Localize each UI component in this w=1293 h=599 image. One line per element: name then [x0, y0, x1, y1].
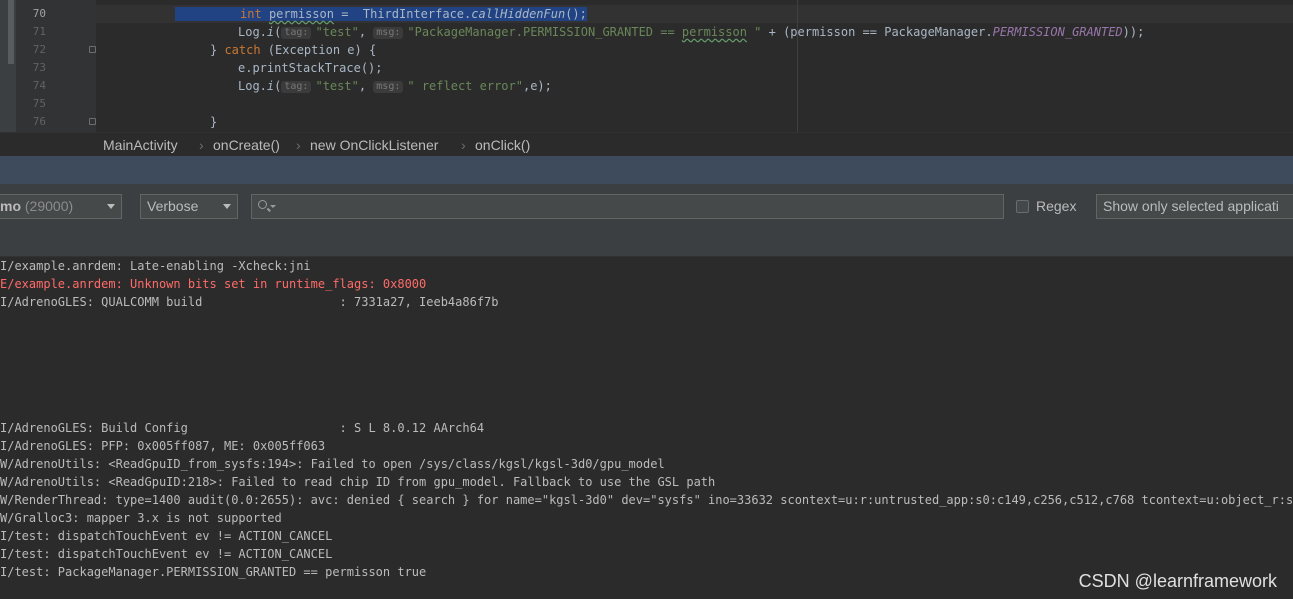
parameter-hint: msg:	[373, 27, 404, 39]
log-level-value: Verbose	[147, 198, 199, 214]
code-text: } catch (Exception e) {	[210, 41, 376, 59]
breadcrumb-item[interactable]: onClick()	[475, 137, 530, 153]
code-token: "	[746, 25, 762, 39]
log-line[interactable]: I/example.anrdem: Late-enabling -Xcheck:…	[0, 257, 311, 275]
chevron-right-icon: ›	[296, 137, 301, 153]
code-token: = ThirdInterface.	[333, 7, 472, 21]
process-select[interactable]: mo (29000)	[0, 194, 122, 219]
code-line[interactable]: 75	[0, 95, 1293, 113]
line-number: 71	[32, 25, 46, 38]
process-name: mo	[0, 198, 21, 214]
log-line[interactable]: E/example.anrdem: Unknown bits set in ru…	[0, 275, 426, 293]
search-input[interactable]	[278, 197, 1002, 218]
code-token: "test"	[315, 25, 359, 39]
code-line[interactable]: 70 int permisson = ThirdInterface.callHi…	[0, 5, 1293, 23]
breadcrumb: MainActivity › onCreate() › new OnClickListe…	[0, 132, 1293, 156]
breadcrumb-item[interactable]: onCreate()	[213, 137, 280, 153]
code-text: Log.i(tag: "test", msg: " reflect error",e…	[238, 77, 552, 95]
log-line[interactable]: I/test: PackageManager.PERMISSION_GRANTE…	[0, 563, 426, 581]
code-line[interactable]: 74 Log.i(tag: "test", msg: " reflect error"…	[0, 77, 1293, 95]
logcat-tool-window-header[interactable]	[0, 156, 1293, 184]
code-token: PERMISSION_GRANTED	[992, 25, 1123, 39]
log-line[interactable]: I/test: dispatchTouchEvent ev != ACTION_…	[0, 527, 332, 545]
line-number: 74	[32, 79, 46, 92]
logcat-output[interactable]: I/example.anrdem: Late-enabling -Xcheck:…	[0, 257, 1293, 599]
code-token	[261, 7, 269, 21]
log-line[interactable]: I/AdrenoGLES: QUALCOMM build : 7331a27, …	[0, 293, 499, 311]
watermark: CSDN @learnframework	[1078, 571, 1277, 591]
code-token: ,	[358, 79, 374, 93]
code-text: }	[210, 113, 217, 131]
code-line[interactable]: 72} catch (Exception e) {	[0, 41, 1293, 59]
line-number: 73	[32, 61, 46, 74]
chevron-down-icon	[223, 204, 231, 209]
log-level-select[interactable]: Verbose	[140, 194, 238, 219]
log-line[interactable]: W/RenderThread: type=1400 audit(0.0:2655…	[0, 491, 1293, 509]
code-line[interactable]: 76}	[0, 113, 1293, 131]
search-history-dropdown-icon[interactable]	[270, 205, 276, 208]
code-line[interactable]: 73 e.printStackTrace();	[0, 59, 1293, 77]
logcat-toolbar: mo (29000) Verbose Regex Show only selec…	[0, 184, 1293, 257]
log-line[interactable]: W/AdrenoUtils: <ReadGpuID:218>: Failed t…	[0, 473, 715, 491]
code-token: catch	[224, 43, 261, 57]
code-token: e.printStackTrace();	[238, 61, 383, 75]
code-token: permisson	[268, 7, 334, 21]
code-token: Log.	[238, 79, 267, 93]
process-pid: (29000)	[24, 198, 74, 214]
chevron-right-icon: ›	[199, 137, 204, 153]
regex-label[interactable]: Regex	[1036, 198, 1076, 215]
code-token: }	[210, 115, 218, 129]
line-number: 75	[32, 97, 46, 110]
code-token: (	[274, 25, 282, 39]
code-token: + (permisson == PackageManager.	[761, 25, 993, 39]
fold-marker-icon[interactable]	[89, 46, 96, 53]
parameter-hint: tag:	[281, 81, 312, 93]
code-token: ,	[358, 25, 374, 39]
log-line[interactable]: W/AdrenoUtils: <ReadGpuID_from_sysfs:194…	[0, 455, 665, 473]
parameter-hint: msg:	[373, 81, 404, 93]
code-token: permisson	[681, 25, 747, 39]
log-line[interactable]: I/test: dispatchTouchEvent ev != ACTION_…	[0, 545, 332, 563]
code-token: " reflect error"	[407, 79, 523, 93]
parameter-hint: tag:	[281, 27, 312, 39]
code-token: (	[274, 79, 282, 93]
code-text: Log.i(tag: "test", msg: "PackageManager.PE…	[238, 23, 1144, 41]
code-token: "PackageManager.PERMISSION_GRANTED ==	[407, 25, 682, 39]
code-token: int	[240, 7, 262, 21]
app-filter-select[interactable]: Show only selected applicati	[1096, 194, 1293, 219]
line-number: 72	[32, 43, 46, 56]
log-line[interactable]: I/AdrenoGLES: Build Config : S L 8.0.12 …	[0, 419, 484, 437]
code-token: callHiddenFun	[471, 7, 566, 21]
line-number: 76	[32, 115, 46, 128]
chevron-down-icon	[107, 204, 115, 209]
code-text: e.printStackTrace();	[238, 59, 383, 77]
log-line[interactable]: I/AdrenoGLES: PFP: 0x005ff087, ME: 0x005…	[0, 437, 325, 455]
code-token: }	[210, 43, 225, 57]
code-token: ();	[565, 7, 587, 21]
breadcrumb-item[interactable]: MainActivity	[103, 137, 178, 153]
code-token: ,e);	[522, 79, 552, 93]
logcat-search-box[interactable]	[251, 194, 1004, 219]
app-filter-value: Show only selected applicati	[1103, 198, 1279, 214]
regex-checkbox[interactable]	[1016, 200, 1029, 213]
code-token: (Exception e) {	[260, 43, 377, 57]
code-token: Log.	[238, 25, 267, 39]
code-text: int permisson = ThirdInterface.callHidde…	[175, 5, 587, 23]
breadcrumb-item[interactable]: new OnClickListener	[310, 137, 438, 153]
selection-indent	[175, 7, 241, 21]
code-token: ));	[1122, 25, 1145, 39]
log-line[interactable]: W/Gralloc3: mapper 3.x is not supported	[0, 509, 282, 527]
line-number: 70	[32, 7, 46, 20]
code-line[interactable]: 71 Log.i(tag: "test", msg: "PackageManager.…	[0, 23, 1293, 41]
code-token: "test"	[315, 79, 359, 93]
chevron-right-icon: ›	[461, 137, 466, 153]
search-icon[interactable]	[258, 200, 267, 209]
code-editor[interactable]: 70 int permisson = ThirdInterface.callHi…	[0, 0, 1293, 132]
fold-marker-icon[interactable]	[89, 118, 96, 125]
